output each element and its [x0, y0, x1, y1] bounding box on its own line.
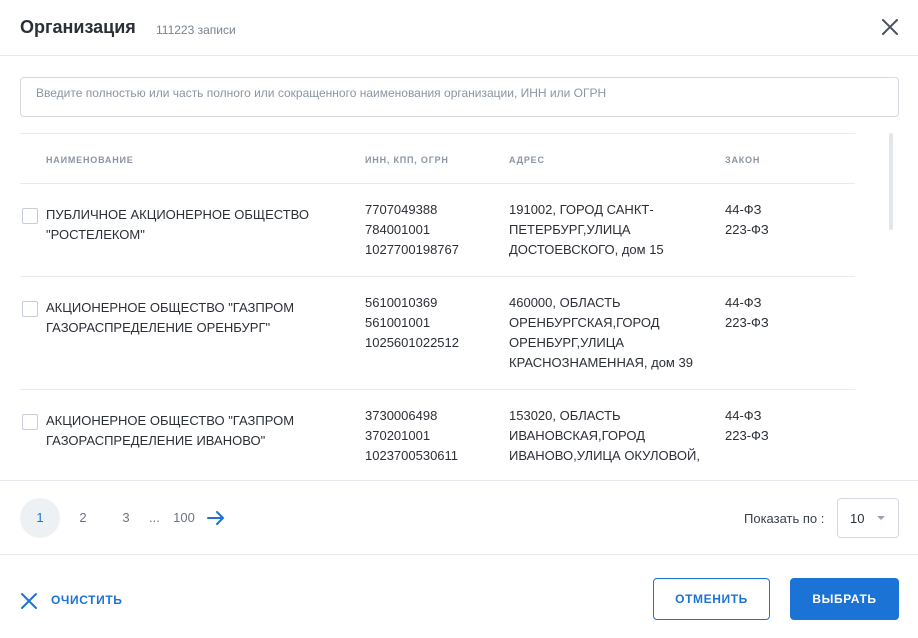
column-header-address: АДРЕС [509, 155, 545, 165]
page-ellipsis: ... [149, 510, 160, 525]
cancel-button[interactable]: ОТМЕНИТЬ [653, 578, 770, 620]
address-line: КРАСНОЗНАМЕННАЯ, дом 39 [509, 355, 693, 370]
dialog-footer: ОЧИСТИТЬ ОТМЕНИТЬ ВЫБРАТЬ [0, 556, 918, 638]
org-law: 44-ФЗ 223-ФЗ [725, 293, 769, 333]
org-address: 460000, ОБЛАСТЬ ОРЕНБУРГСКАЯ,ГОРОД ОРЕНБ… [509, 293, 709, 373]
page-1[interactable]: 1 [20, 498, 60, 538]
address-line: 460000, ОБЛАСТЬ [509, 295, 621, 310]
org-inn: 3730006498 [365, 408, 438, 423]
chevron-down-icon [877, 516, 885, 520]
org-ogrn: 1027700198767 [365, 242, 459, 257]
org-kpp: 561001001 [365, 315, 431, 330]
org-kpp: 370201001 [365, 428, 431, 443]
org-name-line: ПУБЛИЧНОЕ АКЦИОНЕРНОЕ ОБЩЕСТВО [46, 207, 310, 222]
org-name: ПУБЛИЧНОЕ АКЦИОНЕРНОЕ ОБЩЕСТВО "РОСТЕЛЕК… [46, 205, 346, 245]
org-kpp: 784001001 [365, 222, 431, 237]
org-name-line: ГАЗОРАСПРЕДЕЛЕНИЕ ИВАНОВО" [46, 433, 266, 448]
pagination-bar: 1 2 3 ... 100 Показать по : 10 [0, 480, 918, 555]
org-ogrn: 1023700530611 [365, 448, 459, 463]
search-field[interactable] [20, 77, 899, 117]
column-header-ids: ИНН, КПП, ОГРН [365, 155, 449, 165]
close-icon [21, 593, 37, 609]
org-name-line: "РОСТЕЛЕКОМ" [46, 227, 145, 242]
column-header-name: НАИМЕНОВАНИЕ [46, 155, 134, 165]
record-count: 111223 записи [156, 23, 236, 37]
address-line: ОРЕНБУРГ,УЛИЦА [509, 335, 625, 350]
org-ogrn: 1025601022512 [365, 335, 459, 350]
search-input[interactable] [21, 78, 898, 116]
per-page-value: 10 [850, 511, 865, 526]
org-name: АКЦИОНЕРНОЕ ОБЩЕСТВО "ГАЗПРОМ ГАЗОРАСПРЕ… [46, 298, 346, 338]
select-button[interactable]: ВЫБРАТЬ [790, 578, 899, 620]
row-checkbox[interactable] [22, 301, 38, 317]
dialog-title: Организация [20, 17, 136, 37]
law-item: 44-ФЗ [725, 295, 762, 310]
per-page-label: Показать по : [744, 511, 825, 526]
org-law: 44-ФЗ 223-ФЗ [725, 200, 769, 240]
org-name-line: АКЦИОНЕРНОЕ ОБЩЕСТВО "ГАЗПРОМ [46, 413, 295, 428]
law-item: 44-ФЗ [725, 202, 762, 217]
per-page-select[interactable]: 10 [837, 498, 899, 538]
law-item: 44-ФЗ [725, 408, 762, 423]
table-row[interactable]: АКЦИОНЕРНОЕ ОБЩЕСТВО "ГАЗПРОМ ГАЗОРАСПРЕ… [20, 277, 855, 390]
org-ids: 3730006498 370201001 1023700530611 [365, 406, 458, 466]
address-line: ОРЕНБУРГСКАЯ,ГОРОД [509, 315, 660, 330]
close-icon[interactable] [879, 16, 901, 38]
page-last[interactable]: 100 [171, 498, 197, 538]
organizations-table: НАИМЕНОВАНИЕ ИНН, КПП, ОГРН АДРЕС ЗАКОН … [20, 133, 855, 480]
org-name-line: ГАЗОРАСПРЕДЕЛЕНИЕ ОРЕНБУРГ" [46, 320, 271, 335]
address-line: 153020, ОБЛАСТЬ [509, 408, 621, 423]
org-inn: 7707049388 [365, 202, 438, 217]
law-item: 223-ФЗ [725, 428, 769, 443]
table-row[interactable]: ПУБЛИЧНОЕ АКЦИОНЕРНОЕ ОБЩЕСТВО "РОСТЕЛЕК… [20, 184, 855, 277]
law-item: 223-ФЗ [725, 222, 769, 237]
org-name: АКЦИОНЕРНОЕ ОБЩЕСТВО "ГАЗПРОМ ГАЗОРАСПРЕ… [46, 411, 346, 451]
org-ids: 7707049388 784001001 1027700198767 [365, 200, 459, 260]
page-3[interactable]: 3 [118, 498, 134, 538]
clear-label: ОЧИСТИТЬ [51, 593, 123, 607]
row-checkbox[interactable] [22, 208, 38, 224]
org-address: 191002, ГОРОД САНКТ- ПЕТЕРБУРГ,УЛИЦА ДОС… [509, 200, 709, 260]
table-row[interactable]: АКЦИОНЕРНОЕ ОБЩЕСТВО "ГАЗПРОМ ГАЗОРАСПРЕ… [20, 390, 855, 480]
org-name-line: АКЦИОНЕРНОЕ ОБЩЕСТВО "ГАЗПРОМ [46, 300, 295, 315]
dialog-header: Организация 111223 записи [0, 0, 918, 56]
address-line: ПЕТЕРБУРГ,УЛИЦА [509, 222, 631, 237]
table-header: НАИМЕНОВАНИЕ ИНН, КПП, ОГРН АДРЕС ЗАКОН [20, 134, 855, 184]
vertical-scrollbar[interactable] [889, 133, 893, 230]
org-inn: 5610010369 [365, 295, 438, 310]
column-header-law: ЗАКОН [725, 155, 761, 165]
address-line: 191002, ГОРОД САНКТ- [509, 202, 654, 217]
row-checkbox[interactable] [22, 414, 38, 430]
law-item: 223-ФЗ [725, 315, 769, 330]
org-ids: 5610010369 561001001 1025601022512 [365, 293, 459, 353]
org-address: 153020, ОБЛАСТЬ ИВАНОВСКАЯ,ГОРОД ИВАНОВО… [509, 406, 709, 466]
address-line: ИВАНОВО,УЛИЦА ОКУЛОВОЙ, [509, 448, 700, 463]
page-2[interactable]: 2 [75, 498, 91, 538]
address-line: ИВАНОВСКАЯ,ГОРОД [509, 428, 646, 443]
org-law: 44-ФЗ 223-ФЗ [725, 406, 769, 446]
arrow-right-icon[interactable] [206, 510, 226, 526]
address-line: ДОСТОЕВСКОГО, дом 15 [509, 242, 664, 257]
